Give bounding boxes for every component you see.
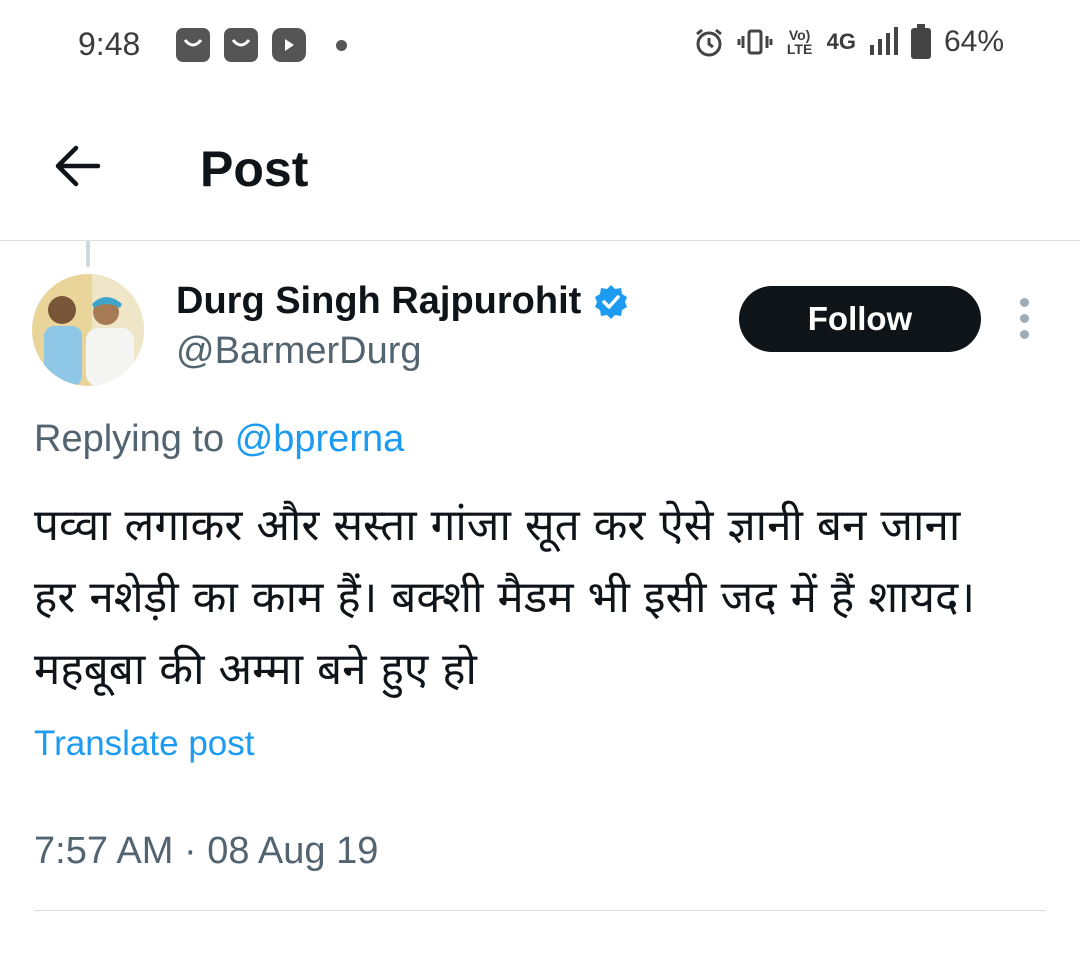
replying-to: Replying to @bprerna [34,418,404,461]
battery-percentage: 64% [943,25,1004,58]
system-icons: Vo) LTE 4G 64% [693,24,1004,60]
back-button[interactable] [50,138,106,194]
post-text-line: हर नशेड़ी का काम हैं। बक्शी मैडम भी इसी … [34,572,976,623]
top-app-bar: Post [0,100,1080,240]
author-name-row[interactable]: Durg Singh Rajpurohit [176,280,629,323]
volte-label: Vo) LTE [786,27,813,57]
status-time: 9:48 [78,26,141,62]
more-dot [1019,330,1029,339]
notification-icons [176,28,347,62]
thread-connector-line [86,241,90,267]
post-text: पव्वा लगाकर और सस्ता गांजा सूत कर ऐसे ज्… [34,490,1064,706]
vibrate-icon [737,29,773,55]
header-divider [0,240,1080,241]
author-name[interactable]: Durg Singh Rajpurohit [176,280,581,323]
network-type: 4G [826,29,856,54]
status-bar: 9:48 Vo) LTE 4G 64% [0,0,1080,90]
post-timestamp[interactable]: 7:57 AM · 08 Aug 19 [34,830,378,873]
shopping-bag-icon [224,28,258,62]
post-text-line: पव्वा लगाकर और सस्ता गांजा सूत कर ऐसे ज्… [34,500,961,551]
arrow-left-icon [55,145,101,187]
youtube-icon [272,28,306,62]
replying-to-label: Replying to [34,418,225,460]
alarm-icon [695,28,722,57]
battery-icon [910,24,931,59]
more-dots-icon [1019,298,1029,307]
bottom-divider [34,910,1046,911]
follow-button[interactable]: Follow [739,286,981,352]
translate-post-link[interactable]: Translate post [34,724,254,764]
post-text-line: महबूबा की अम्मा बने हुए हो [34,644,477,695]
verified-badge-icon [595,284,628,319]
author-handle[interactable]: @BarmerDurg [176,330,422,373]
page-title: Post [200,141,309,197]
avatar[interactable] [32,274,144,386]
signal-icon [869,27,898,55]
shopping-bag-icon [176,28,210,62]
more-dot [1019,314,1029,323]
more-options-button[interactable] [1012,298,1036,342]
reply-handle-link[interactable]: @bprerna [235,418,405,460]
more-notifications-dot [336,39,347,51]
